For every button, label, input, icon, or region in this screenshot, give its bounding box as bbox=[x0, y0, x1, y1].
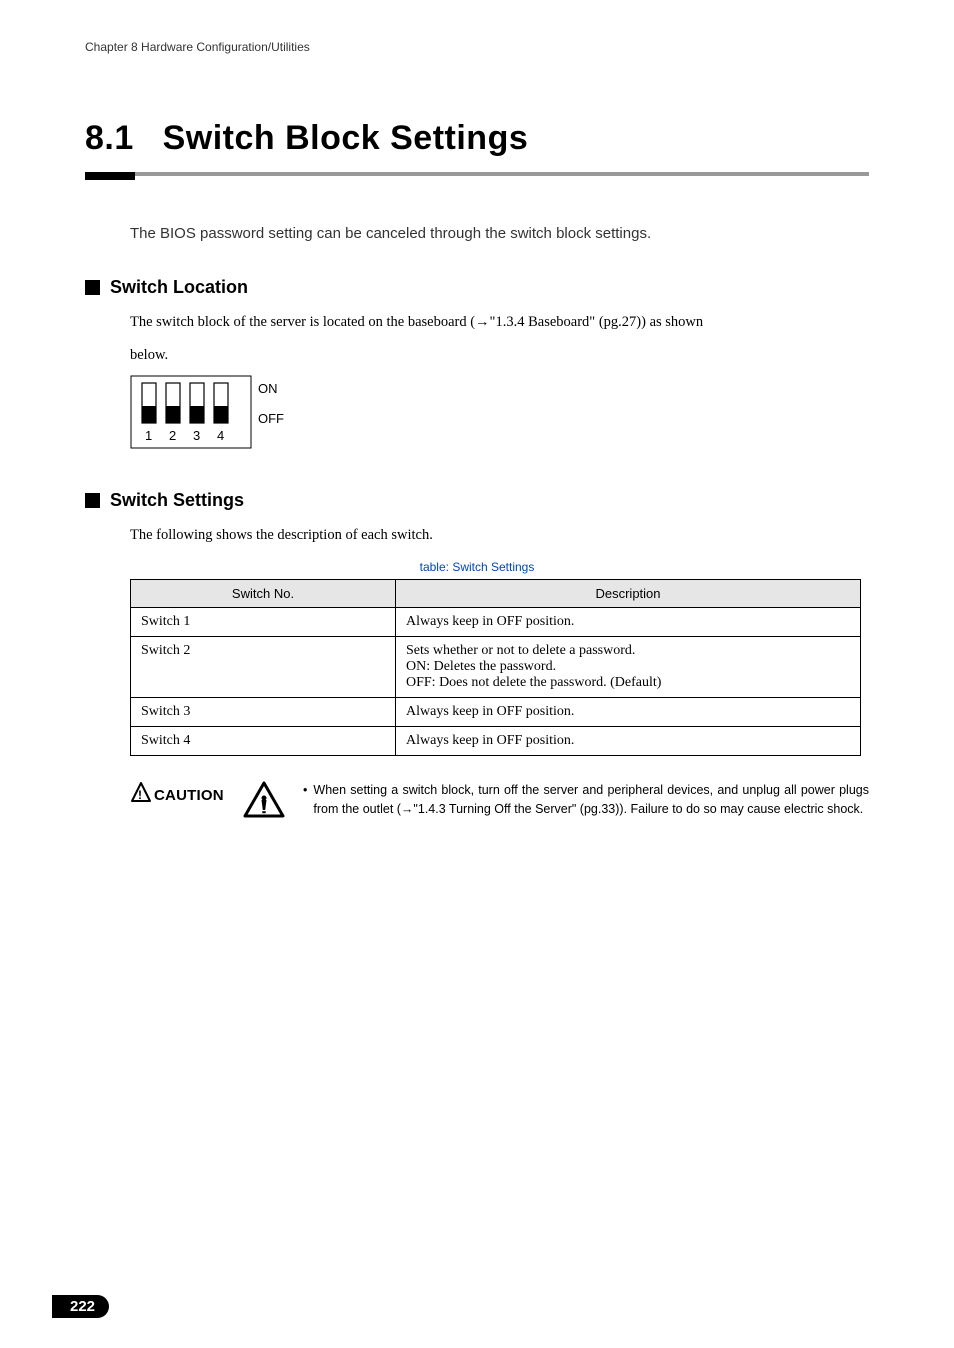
underline-accent bbox=[85, 172, 135, 180]
switch-on-label: ON bbox=[258, 381, 278, 396]
title-underline bbox=[85, 172, 869, 180]
square-bullet-icon bbox=[85, 280, 100, 295]
table-caption: table: Switch Settings bbox=[85, 560, 869, 574]
table-cell-description: Always keep in OFF position. bbox=[396, 697, 861, 726]
switch-settings-body: The following shows the description of e… bbox=[130, 523, 869, 548]
table-cell-switch-no: Switch 4 bbox=[131, 726, 396, 755]
section-spacer bbox=[138, 119, 158, 157]
switch-location-body-a: The switch block of the server is locate… bbox=[130, 310, 869, 335]
subsection-title: Switch Settings bbox=[110, 490, 244, 511]
subsection-switch-settings: Switch Settings bbox=[85, 490, 869, 511]
warning-triangle-icon bbox=[243, 781, 285, 824]
table-cell-description: Always keep in OFF position. bbox=[396, 607, 861, 636]
caution-body: When setting a switch block, turn off th… bbox=[313, 781, 869, 819]
svg-text:CAUTION: CAUTION bbox=[154, 787, 224, 804]
section-title: Switch Block Settings bbox=[163, 119, 529, 157]
section-number: 8.1 bbox=[85, 119, 134, 157]
table-header-description: Description bbox=[396, 579, 861, 607]
table-row: Switch 3 Always keep in OFF position. bbox=[131, 697, 861, 726]
bullet-dot: • bbox=[303, 781, 307, 819]
switch-num-3: 3 bbox=[193, 428, 200, 443]
chapter-header: Chapter 8 Hardware Configuration/Utiliti… bbox=[85, 40, 869, 54]
switch-num-2: 2 bbox=[169, 428, 176, 443]
table-cell-switch-no: Switch 3 bbox=[131, 697, 396, 726]
subsection-switch-location: Switch Location bbox=[85, 277, 869, 298]
page-number: 222 bbox=[52, 1295, 109, 1318]
caution-label-icon: ! CAUTION bbox=[130, 781, 225, 814]
switch-settings-table: Switch No. Description Switch 1 Always k… bbox=[130, 579, 861, 756]
table-row: Switch 2 Sets whether or not to delete a… bbox=[131, 636, 861, 697]
table-header-switch-no: Switch No. bbox=[131, 579, 396, 607]
table-cell-description: Always keep in OFF position. bbox=[396, 726, 861, 755]
switch-num-1: 1 bbox=[145, 428, 152, 443]
square-bullet-icon bbox=[85, 493, 100, 508]
caution-text: • When setting a switch block, turn off … bbox=[303, 781, 869, 819]
switch-block-diagram: ON OFF 1 2 3 4 bbox=[130, 375, 869, 450]
underline-rule bbox=[135, 172, 869, 176]
intro-text: The BIOS password setting can be cancele… bbox=[130, 225, 869, 242]
svg-text:!: ! bbox=[138, 788, 142, 802]
subsection-title: Switch Location bbox=[110, 277, 248, 298]
switch-num-4: 4 bbox=[217, 428, 224, 443]
table-row: Switch 4 Always keep in OFF position. bbox=[131, 726, 861, 755]
table-cell-switch-no: Switch 1 bbox=[131, 607, 396, 636]
section-title-block: 8.1 Switch Block Settings bbox=[85, 119, 869, 158]
switch-location-body-b: below. bbox=[130, 343, 869, 368]
caution-block: ! CAUTION • When setting a switch block,… bbox=[130, 781, 869, 824]
table-cell-description: Sets whether or not to delete a password… bbox=[396, 636, 861, 697]
table-cell-switch-no: Switch 2 bbox=[131, 636, 396, 697]
table-header-row: Switch No. Description bbox=[131, 579, 861, 607]
switch-off-label: OFF bbox=[258, 411, 284, 426]
table-row: Switch 1 Always keep in OFF position. bbox=[131, 607, 861, 636]
